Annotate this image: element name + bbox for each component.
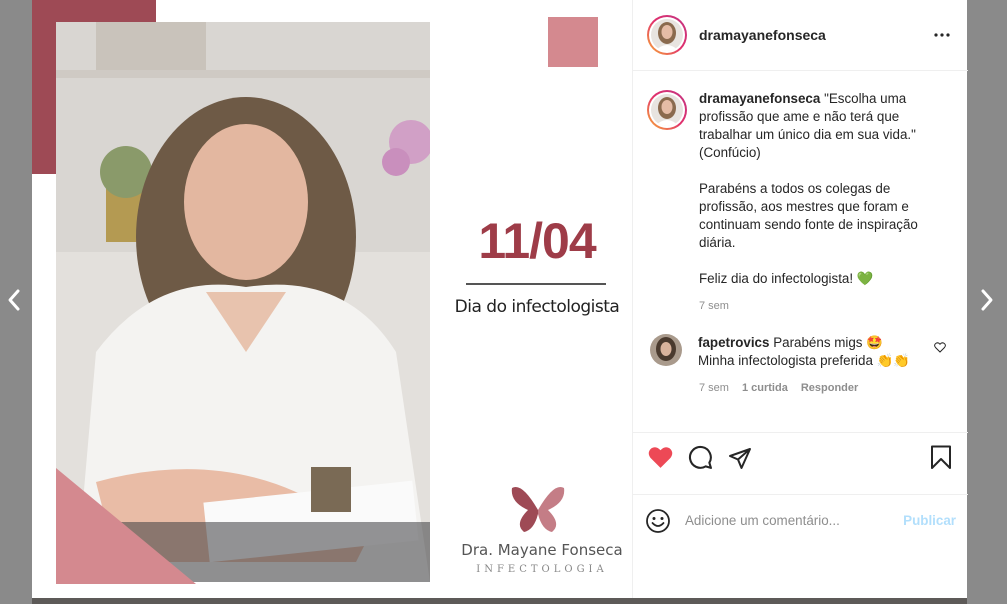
emoji-icon[interactable] — [645, 508, 671, 534]
butterfly-logo-icon — [511, 486, 565, 532]
chevron-right-icon — [981, 289, 993, 311]
more-horizontal-icon — [934, 33, 950, 37]
comment-username-link[interactable]: fapetrovics — [698, 335, 769, 350]
publish-button[interactable]: Publicar — [903, 513, 956, 528]
avatar[interactable] — [647, 15, 687, 55]
comment-item: fapetrovics Parabéns migs 🤩 Minha infect… — [647, 334, 954, 370]
heart-outline-icon — [934, 342, 946, 353]
add-comment-bar: Publicar — [633, 494, 968, 546]
previous-post-button[interactable] — [2, 286, 26, 314]
post-headline: Dia do infectologista — [454, 297, 620, 317]
header-username-link[interactable]: dramayanefonseca — [699, 27, 930, 43]
caption-username-link[interactable]: dramayanefonseca — [699, 91, 820, 106]
post-details-panel: dramayanefonseca dramayanefonseca "Escol… — [632, 0, 968, 598]
comment-like-button[interactable] — [934, 340, 946, 358]
caption-timestamp[interactable]: 7 sem — [699, 300, 939, 312]
comment-button[interactable] — [687, 445, 713, 471]
comment-meta: 7 sem 1 curtida Responder — [699, 382, 954, 394]
profile-photo-icon — [651, 94, 683, 126]
bookmark-icon — [931, 445, 951, 469]
comment-likes-count[interactable]: 1 curtida — [742, 382, 788, 394]
heart-icon — [648, 447, 672, 468]
brand-specialty: INFECTOLOGIA — [476, 564, 608, 575]
backdrop-content-strip — [32, 598, 967, 604]
comments-list[interactable]: dramayanefonseca "Escolha uma profissão … — [633, 72, 968, 432]
post-image[interactable]: 11/04 Dia do infectologista Dra. Mayane … — [32, 0, 632, 598]
like-button[interactable] — [647, 445, 673, 471]
comment-input[interactable] — [685, 513, 896, 528]
comment-icon — [688, 445, 712, 469]
save-button[interactable] — [928, 445, 954, 471]
caption-avatar[interactable] — [647, 90, 687, 130]
next-post-button[interactable] — [975, 286, 999, 314]
post-actions-bar — [633, 432, 968, 482]
chevron-left-icon — [8, 289, 20, 311]
post-date-title: 11/04 — [478, 213, 596, 269]
comment-timestamp[interactable]: 7 sem — [699, 382, 729, 394]
share-icon — [729, 447, 751, 469]
reply-button[interactable]: Responder — [801, 382, 858, 394]
profile-photo-icon — [651, 19, 683, 51]
caption-text: dramayanefonseca "Escolha uma profissão … — [699, 90, 939, 288]
post-header: dramayanefonseca — [633, 0, 968, 71]
share-button[interactable] — [727, 445, 753, 471]
decor-pink-square — [548, 17, 598, 67]
commenter-avatar[interactable] — [650, 334, 682, 366]
caption: dramayanefonseca "Escolha uma profissão … — [647, 90, 954, 312]
more-options-button[interactable] — [930, 23, 954, 47]
comment-text: fapetrovics Parabéns migs 🤩 Minha infect… — [698, 334, 916, 370]
doctor-photo — [56, 22, 430, 582]
caption-body: "Escolha uma profissão que ame e não ter… — [699, 91, 918, 286]
brand-name: Dra. Mayane Fonseca — [461, 541, 623, 559]
divider — [466, 283, 606, 285]
